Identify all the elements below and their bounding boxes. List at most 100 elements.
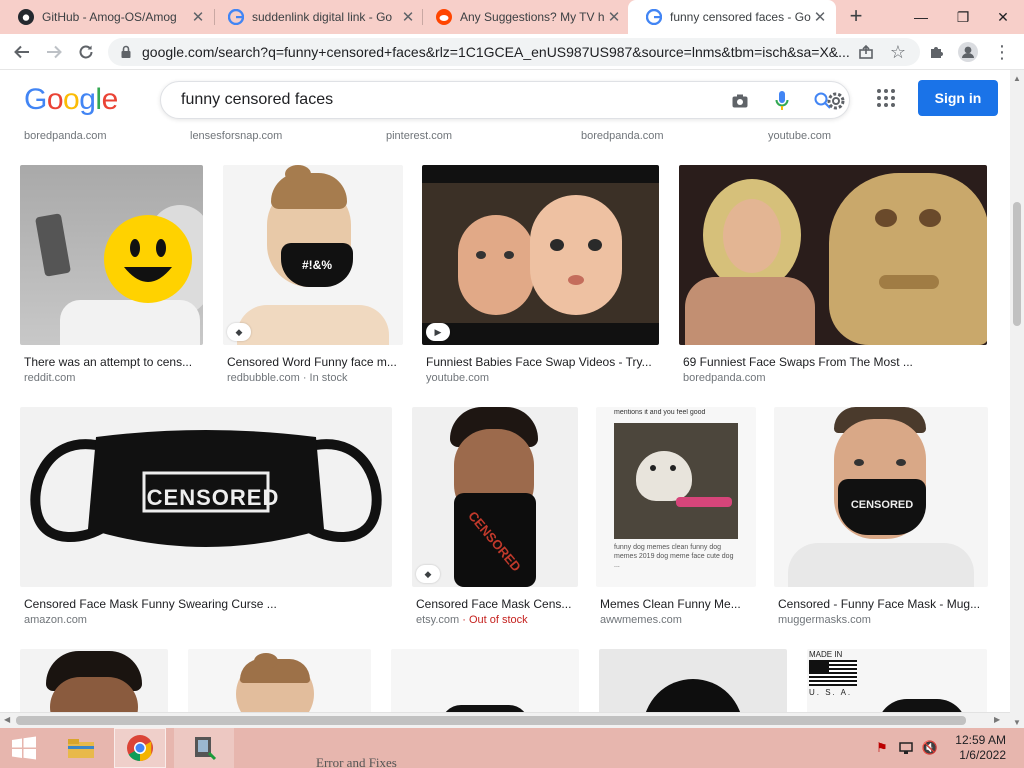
scroll-up-arrow-icon[interactable]: ▲ xyxy=(1013,74,1021,83)
source-label[interactable]: boredpanda.com xyxy=(24,130,107,142)
close-tab-icon[interactable]: ✕ xyxy=(606,9,622,26)
result-thumbnail[interactable]: MADE IN U. S. A. xyxy=(807,649,987,712)
result-thumbnail[interactable]: mentions it and you feel good funny dog … xyxy=(596,407,756,587)
result-site[interactable]: youtube.com xyxy=(426,372,489,384)
result-site[interactable]: reddit.com xyxy=(24,372,75,384)
video-play-icon: ▶ xyxy=(426,323,450,341)
source-label[interactable]: youtube.com xyxy=(768,130,831,142)
scroll-left-arrow-icon[interactable]: ◀ xyxy=(4,715,10,724)
file-explorer-icon[interactable] xyxy=(58,728,104,768)
flag-alert-icon[interactable]: ⚑ xyxy=(872,728,892,768)
scroll-down-arrow-icon[interactable]: ▼ xyxy=(1013,718,1021,727)
close-tab-icon[interactable]: ✕ xyxy=(400,9,416,26)
extensions-puzzle-icon[interactable] xyxy=(922,38,950,66)
result-site[interactable]: muggermasks.com xyxy=(778,614,871,626)
tab-funny-censored-faces[interactable]: funny censored faces - Go ✕ xyxy=(628,0,836,34)
bookmark-star-icon[interactable]: ☆ xyxy=(884,38,912,66)
image-result[interactable] xyxy=(391,649,581,712)
result-thumbnail[interactable] xyxy=(188,649,371,712)
source-label[interactable]: lensesforsnap.com xyxy=(190,130,282,142)
google-logo[interactable]: Google xyxy=(24,83,118,117)
vertical-scrollbar[interactable]: ▲ ▼ xyxy=(1010,70,1024,730)
google-apps-grid-icon[interactable] xyxy=(876,88,896,108)
chrome-menu-icon[interactable]: ⋮ xyxy=(988,38,1016,66)
volume-muted-icon[interactable]: 🔇 xyxy=(920,728,940,768)
meme-caption: mentions it and you feel good xyxy=(614,409,706,416)
usa-label: U. S. A. xyxy=(809,688,853,697)
image-result[interactable] xyxy=(20,649,170,712)
smiley-face-icon xyxy=(104,215,192,303)
result-title[interactable]: Censored Word Funny face m... xyxy=(227,355,403,369)
search-input[interactable]: funny censored faces xyxy=(160,81,850,119)
result-site[interactable]: boredpanda.com xyxy=(683,372,766,384)
image-result[interactable]: #!&% ◆ Censored Word Funny face m... red… xyxy=(223,165,405,385)
profile-avatar-icon[interactable] xyxy=(954,38,982,66)
restore-icon[interactable]: ❐ xyxy=(940,0,986,34)
vertical-scroll-thumb[interactable] xyxy=(1013,202,1021,326)
result-title[interactable]: Memes Clean Funny Me... xyxy=(600,597,754,611)
result-thumbnail[interactable]: CENSORED xyxy=(20,407,392,587)
app-taskbar-icon[interactable] xyxy=(174,728,234,768)
close-window-icon[interactable]: ✕ xyxy=(982,0,1024,34)
reload-icon[interactable] xyxy=(72,38,100,66)
result-title[interactable]: Censored Face Mask Funny Swearing Curse … xyxy=(24,597,392,611)
result-site[interactable]: redbubble.com · In stock xyxy=(227,372,347,384)
result-thumbnail[interactable] xyxy=(391,649,579,712)
result-site[interactable]: awwmemes.com xyxy=(600,614,682,626)
new-tab-button[interactable]: + xyxy=(843,5,869,29)
sign-in-button[interactable]: Sign in xyxy=(918,80,998,116)
result-title[interactable]: Censored Face Mask Cens... xyxy=(416,597,578,611)
close-tab-icon[interactable]: ✕ xyxy=(190,9,206,26)
result-thumbnail[interactable]: #!&% ◆ xyxy=(223,165,403,345)
tab-title: suddenlink digital link - Go xyxy=(252,10,393,24)
system-clock[interactable]: 12:59 AM 1/6/2022 xyxy=(955,733,1006,763)
result-thumbnail[interactable] xyxy=(20,165,203,345)
chrome-taskbar-icon[interactable] xyxy=(114,728,166,768)
image-result[interactable]: CENSORED Censored Face Mask Funny Sweari… xyxy=(20,407,394,627)
forward-icon[interactable] xyxy=(40,38,68,66)
google-header: Google funny censored faces Sign in xyxy=(0,70,1010,130)
result-thumbnail[interactable]: CENSORED ◆ xyxy=(412,407,578,587)
horizontal-scroll-thumb[interactable] xyxy=(16,716,966,725)
tab-github[interactable]: GitHub - Amog-OS/Amog ✕ xyxy=(0,0,214,34)
source-label[interactable]: pinterest.com xyxy=(386,130,452,142)
result-title[interactable]: Funniest Babies Face Swap Videos - Try..… xyxy=(426,355,658,369)
image-result[interactable]: CENSORED Censored - Funny Face Mask - Mu… xyxy=(774,407,990,627)
microphone-icon[interactable] xyxy=(775,90,789,112)
tab-suddenlink[interactable]: suddenlink digital link - Go ✕ xyxy=(210,0,424,34)
result-title[interactable]: Censored - Funny Face Mask - Mug... xyxy=(778,597,988,611)
minimize-icon[interactable]: — xyxy=(898,0,944,34)
horizontal-scrollbar[interactable]: ◀ ▶ xyxy=(0,712,1010,728)
result-site[interactable]: etsy.com · Out of stock xyxy=(416,614,528,626)
tab-reddit[interactable]: Any Suggestions? My TV h ✕ xyxy=(418,0,630,34)
settings-gear-icon[interactable] xyxy=(825,90,847,112)
result-thumbnail[interactable] xyxy=(599,649,787,712)
result-thumbnail[interactable] xyxy=(20,649,168,712)
network-icon[interactable] xyxy=(896,728,916,768)
image-result[interactable]: mentions it and you feel good funny dog … xyxy=(596,407,758,627)
image-result[interactable]: ▶ Funniest Babies Face Swap Videos - Try… xyxy=(422,165,662,385)
image-result[interactable]: MADE IN U. S. A. xyxy=(807,649,989,712)
image-result[interactable]: CENSORED ◆ Censored Face Mask Cens... et… xyxy=(412,407,580,627)
scroll-right-arrow-icon[interactable]: ▶ xyxy=(994,715,1000,724)
reddit-icon xyxy=(436,9,452,25)
close-tab-icon[interactable]: ✕ xyxy=(812,9,828,26)
image-result[interactable] xyxy=(599,649,789,712)
result-site[interactable]: amazon.com xyxy=(24,614,87,626)
result-thumbnail[interactable]: ▶ xyxy=(422,165,659,345)
back-icon[interactable] xyxy=(8,38,36,66)
source-label[interactable]: boredpanda.com xyxy=(581,130,664,142)
image-result[interactable] xyxy=(188,649,373,712)
image-result[interactable]: There was an attempt to cens... reddit.c… xyxy=(20,165,205,385)
result-title[interactable]: There was an attempt to cens... xyxy=(24,355,202,369)
result-title[interactable]: 69 Funniest Face Swaps From The Most ... xyxy=(683,355,983,369)
address-bar[interactable]: google.com/search?q=funny+censored+faces… xyxy=(108,38,920,66)
result-thumbnail[interactable]: CENSORED xyxy=(774,407,988,587)
result-thumbnail[interactable] xyxy=(679,165,987,345)
camera-icon[interactable] xyxy=(731,92,749,110)
google-icon xyxy=(646,9,662,25)
share-icon[interactable] xyxy=(852,38,880,66)
image-result[interactable]: 69 Funniest Face Swaps From The Most ...… xyxy=(679,165,989,385)
start-windows-icon[interactable] xyxy=(0,728,48,768)
browser-toolbar: google.com/search?q=funny+censored+faces… xyxy=(0,34,1024,70)
